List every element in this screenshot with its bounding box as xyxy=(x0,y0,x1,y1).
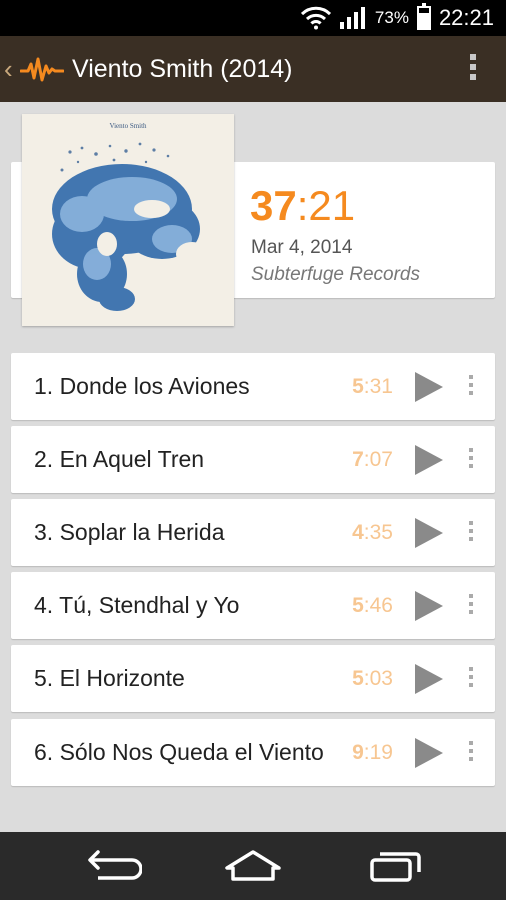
track-title: 4. Tú, Stendhal y Yo xyxy=(34,592,240,618)
home-icon[interactable] xyxy=(223,846,283,886)
play-icon[interactable] xyxy=(415,738,443,768)
album-title: Viento Smith (2014) xyxy=(72,54,293,83)
record-label: Subterfuge Records xyxy=(251,264,420,285)
track-duration: 9:19 xyxy=(352,741,393,764)
track-title: 1. Donde los Aviones xyxy=(34,373,250,399)
track-overflow-icon[interactable] xyxy=(467,521,475,541)
action-bar: ‹ Viento Smith (2014) xyxy=(0,36,506,102)
track-row[interactable]: 5. El Horizonte 5:03 xyxy=(11,645,495,712)
play-icon[interactable] xyxy=(415,518,443,548)
track-duration: 7:07 xyxy=(352,448,393,471)
recent-apps-icon[interactable] xyxy=(366,846,426,886)
album-duration: 37:21 xyxy=(250,182,355,230)
battery-percent: 73% xyxy=(374,8,409,27)
track-duration: 5:31 xyxy=(352,375,393,398)
waveform-logo-icon[interactable] xyxy=(20,54,64,84)
duration-minutes: 37 xyxy=(250,182,297,229)
battery-icon xyxy=(416,3,431,30)
track-duration: 5:03 xyxy=(352,667,393,690)
track-title: 3. Soplar la Herida xyxy=(34,519,225,545)
play-icon[interactable] xyxy=(415,591,443,621)
play-icon[interactable] xyxy=(415,445,443,475)
clock: 22:21 xyxy=(438,5,494,30)
track-overflow-icon[interactable] xyxy=(467,375,475,395)
chevron-left-icon[interactable]: ‹ xyxy=(4,54,18,85)
track-overflow-icon[interactable] xyxy=(467,594,475,614)
track-row[interactable]: 3. Soplar la Herida 4:35 xyxy=(11,499,495,566)
duration-seconds: 21 xyxy=(308,182,356,229)
track-row[interactable]: 2. En Aquel Tren 7:07 xyxy=(11,426,495,493)
track-overflow-icon[interactable] xyxy=(467,741,475,761)
back-icon[interactable] xyxy=(82,846,142,886)
release-date: Mar 4, 2014 xyxy=(251,237,353,258)
track-title: 2. En Aquel Tren xyxy=(34,446,205,472)
wifi-icon xyxy=(300,6,331,30)
play-icon[interactable] xyxy=(415,372,443,402)
track-title: 6. Sólo Nos Queda el Viento xyxy=(34,739,324,765)
status-icons: 73% 22:21 xyxy=(300,0,494,36)
track-title: 5. El Horizonte xyxy=(34,665,185,691)
cover-art-image xyxy=(52,142,208,311)
navigation-bar xyxy=(0,832,506,900)
track-overflow-icon[interactable] xyxy=(467,667,475,687)
track-duration: 4:35 xyxy=(352,521,393,544)
signal-icon xyxy=(339,7,365,29)
cover-title: Viento Smith xyxy=(109,122,147,130)
status-bar: 73% 22:21 xyxy=(0,0,506,36)
play-icon[interactable] xyxy=(415,664,443,694)
track-overflow-icon[interactable] xyxy=(467,448,475,468)
overflow-menu-icon[interactable] xyxy=(470,54,476,80)
track-duration: 5:46 xyxy=(352,594,393,617)
track-row[interactable]: 6. Sólo Nos Queda el Viento 9:19 xyxy=(11,719,495,786)
duration-separator: : xyxy=(296,182,309,229)
track-row[interactable]: 4. Tú, Stendhal y Yo 5:46 xyxy=(11,572,495,639)
album-cover: Viento Smith xyxy=(22,114,234,326)
track-row[interactable]: 1. Donde los Aviones 5:31 xyxy=(11,353,495,420)
